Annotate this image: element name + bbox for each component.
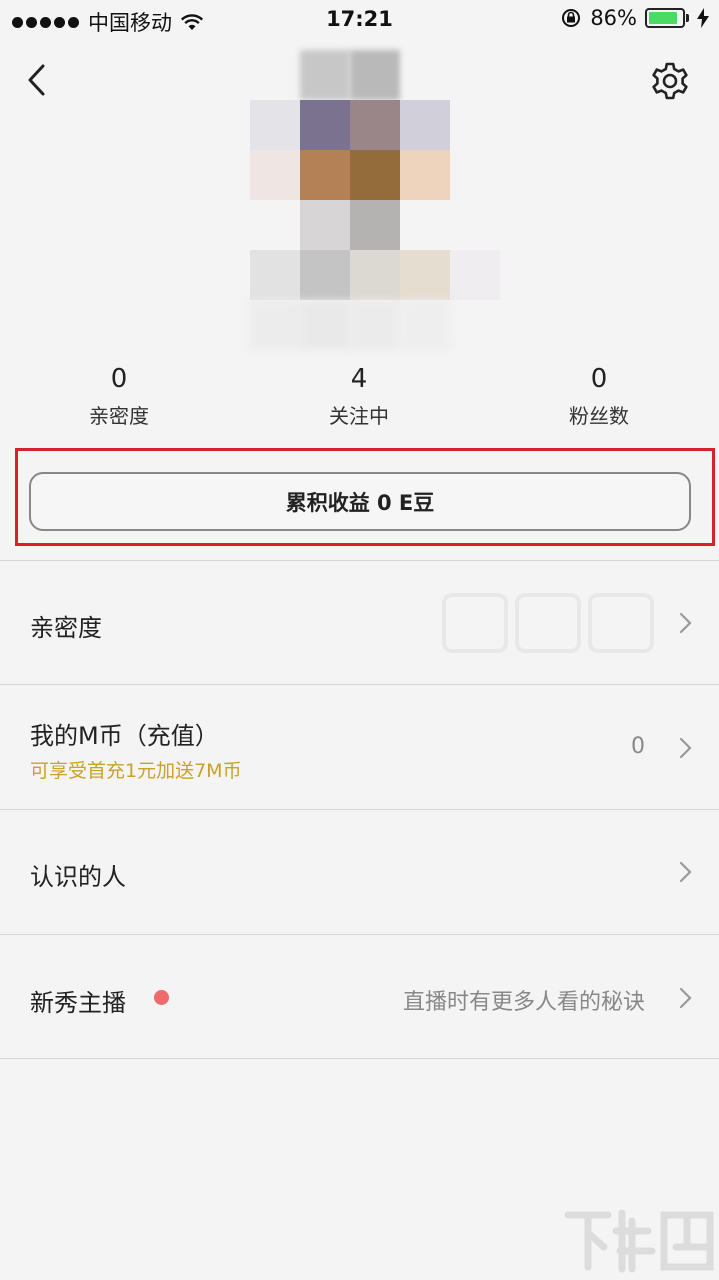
menu-item-title: 新秀主播	[30, 989, 126, 1017]
chevron-right-icon	[679, 861, 692, 883]
charging-bolt-icon	[697, 8, 709, 28]
menu-item-title: 我的M币（充值）	[30, 722, 219, 750]
chevron-right-icon	[679, 612, 692, 634]
menu-item-people-you-know[interactable]: 认识的人	[0, 810, 719, 934]
back-button[interactable]	[22, 62, 54, 98]
settings-button[interactable]	[649, 60, 691, 102]
intimacy-placeholder-icons	[442, 593, 654, 653]
avatar[interactable]	[250, 50, 500, 350]
menu-item-m-coins[interactable]: 我的M币（充值） 可享受首充1元加送7M币 0	[0, 685, 719, 809]
status-right: 86%	[560, 6, 709, 30]
recharge-promo-text: 可享受首充1元加送7M币	[30, 760, 242, 782]
battery-icon	[645, 8, 689, 28]
stat-label: 关注中	[329, 404, 389, 428]
battery-percent: 86%	[590, 6, 637, 30]
stat-following[interactable]: 4 关注中	[289, 362, 429, 429]
stat-value: 0	[590, 364, 608, 394]
chevron-right-icon	[679, 737, 692, 759]
stat-followers[interactable]: 0 粉丝数	[529, 362, 669, 429]
stat-label: 亲密度	[89, 404, 149, 428]
chevron-right-icon	[679, 987, 692, 1009]
menu-item-intimacy[interactable]: 亲密度	[0, 561, 719, 685]
menu-item-rookie-host[interactable]: 新秀主播 直播时有更多人看的秘诀	[0, 935, 719, 1059]
menu-item-title: 亲密度	[30, 614, 102, 642]
stat-intimacy[interactable]: 0 亲密度	[49, 362, 189, 429]
watermark-logo	[564, 1209, 714, 1273]
stat-value: 4	[350, 364, 368, 394]
divider	[0, 1058, 719, 1059]
notification-dot	[154, 990, 169, 1005]
rookie-host-tip: 直播时有更多人看的秘诀	[402, 990, 645, 1015]
stat-value: 0	[110, 364, 128, 394]
earnings-button[interactable]: 累积收益 0 E豆	[29, 472, 691, 531]
m-coin-balance: 0	[631, 734, 645, 759]
stat-label: 粉丝数	[569, 404, 629, 428]
menu-item-title: 认识的人	[30, 863, 126, 891]
rotation-lock-icon	[562, 9, 581, 27]
status-bar: 中国移动 17:21 86%	[0, 0, 719, 40]
